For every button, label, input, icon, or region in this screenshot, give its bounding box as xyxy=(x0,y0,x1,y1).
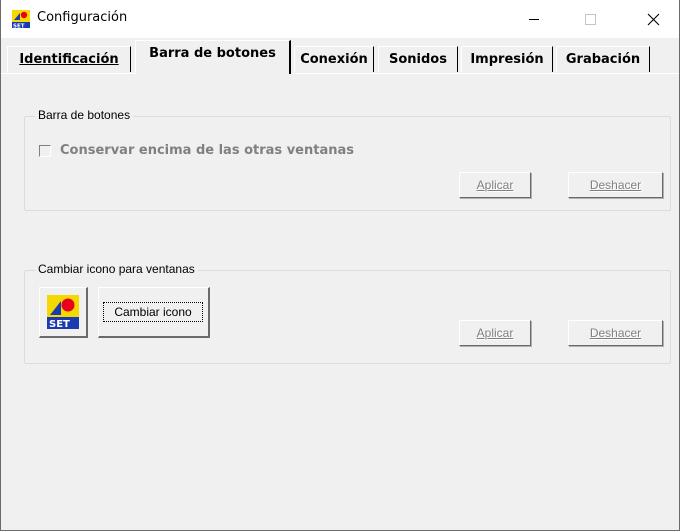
tab-label: Conexión xyxy=(300,52,368,67)
focus-rect: Cambiar icono xyxy=(103,302,203,322)
toolbar-apply-button[interactable]: Aplicar xyxy=(459,172,531,198)
tab-impresion[interactable]: Impresión xyxy=(461,46,553,72)
close-button[interactable] xyxy=(631,0,677,38)
tab-panel-border xyxy=(1,73,679,75)
title-bar[interactable]: SET Configuración xyxy=(1,0,679,38)
change-icon-label: Cambiar icono xyxy=(114,305,192,319)
change-icon-button[interactable]: Cambiar icono xyxy=(98,287,210,338)
apply-label: Aplicar xyxy=(476,178,514,192)
toolbar-undo-button[interactable]: Deshacer xyxy=(568,172,663,198)
tab-grabacion[interactable]: Grabación xyxy=(556,46,650,72)
icon-group: Cambiar icono para ventanas SET Cambiar … xyxy=(24,262,671,364)
minimize-button[interactable] xyxy=(511,0,557,38)
icon-apply-button[interactable]: Aplicar xyxy=(459,320,531,346)
tab-label: Grabación xyxy=(565,52,641,67)
toolbar-group: Barra de botones Conservar encima de las… xyxy=(24,108,671,211)
tab-conexion[interactable]: Conexión xyxy=(294,46,374,72)
toolbar-group-label: Barra de botones xyxy=(35,108,134,122)
close-icon xyxy=(647,13,660,26)
config-window: SET Configuración Identificación Barra d… xyxy=(0,0,680,531)
maximize-button[interactable] xyxy=(567,0,613,38)
undo-label: Deshacer xyxy=(589,178,642,192)
set-logo-icon: SET xyxy=(47,295,79,329)
tab-sonidos[interactable]: Sonidos xyxy=(378,46,458,72)
icon-undo-button[interactable]: Deshacer xyxy=(568,320,663,346)
svg-text:SET: SET xyxy=(49,319,70,329)
window-title: Configuración xyxy=(37,10,128,25)
stay-on-top-checkbox[interactable] xyxy=(39,145,51,157)
tab-label: Sonidos xyxy=(389,52,447,67)
tab-strip: Identificación Barra de botones Conexión… xyxy=(1,38,679,74)
tab-identificacion[interactable]: Identificación xyxy=(7,46,131,72)
apply-label: Aplicar xyxy=(476,326,514,340)
tab-label: Barra de botones xyxy=(149,46,276,61)
set-logo-icon: SET xyxy=(12,10,30,28)
stay-on-top-label: Conservar encima de las otras ventanas xyxy=(60,143,354,158)
tab-barra-de-botones[interactable]: Barra de botones xyxy=(135,40,291,74)
svg-text:SET: SET xyxy=(13,23,25,28)
tab-label: Identificación xyxy=(19,52,119,67)
tab-label: Impresión xyxy=(470,52,544,67)
minimize-icon xyxy=(529,19,539,20)
icon-group-label: Cambiar icono para ventanas xyxy=(35,262,198,276)
undo-label: Deshacer xyxy=(589,326,642,340)
current-icon-button[interactable]: SET xyxy=(39,287,88,338)
maximize-icon xyxy=(585,14,596,25)
